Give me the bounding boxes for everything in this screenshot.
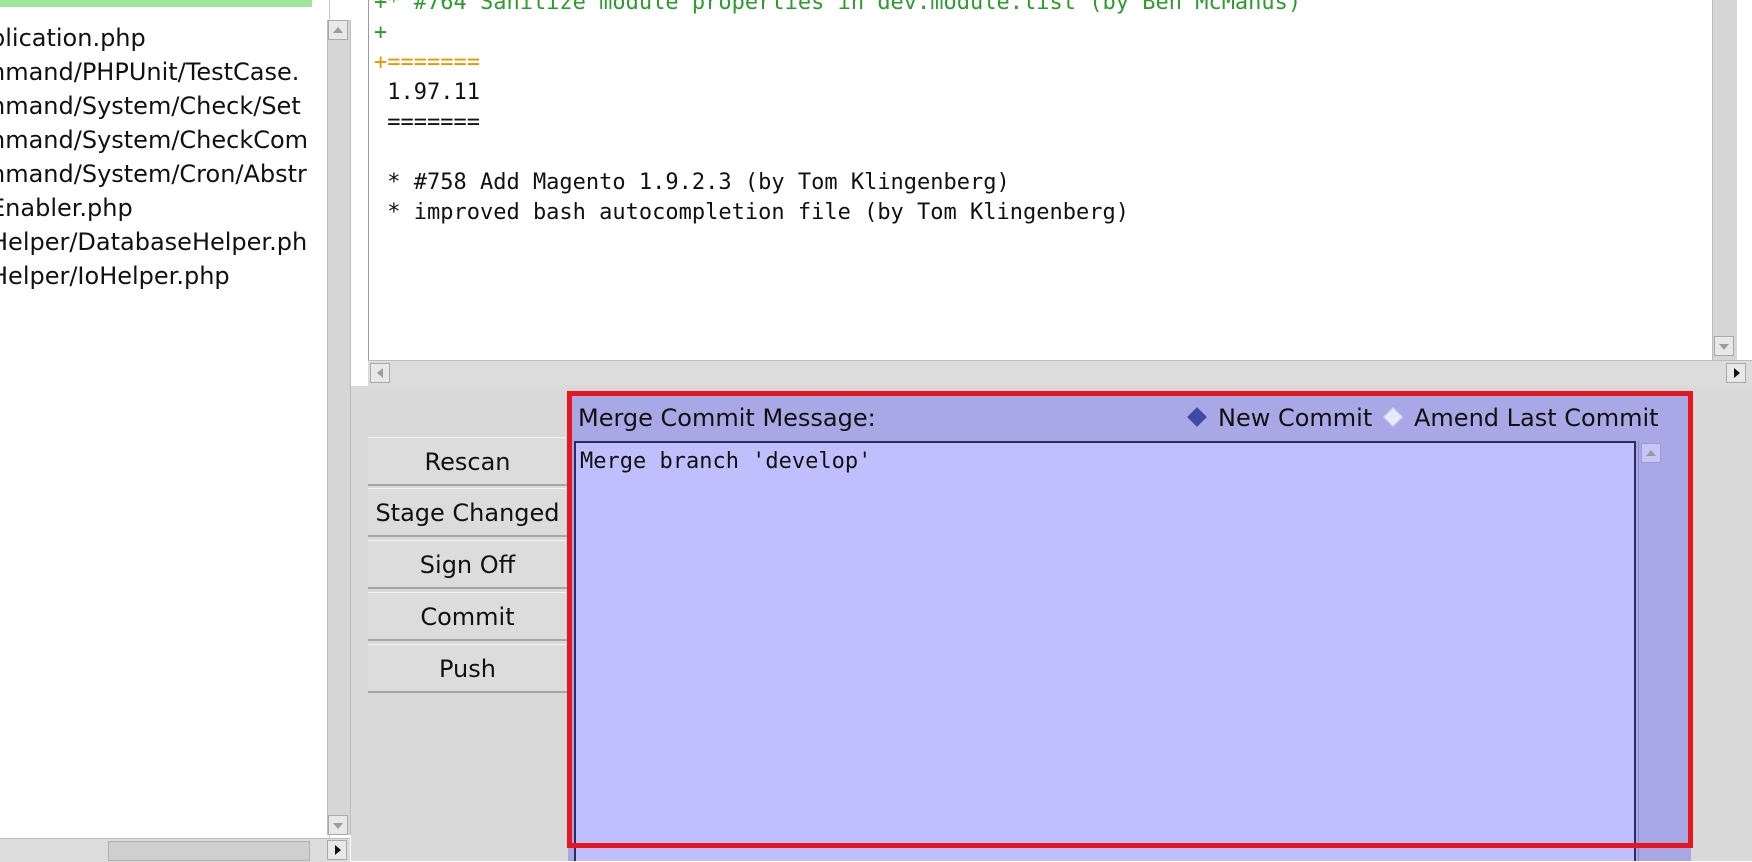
diff-line: +* #764 Sanitize module properties in de…	[374, 0, 1302, 15]
commit-message-scrollbar[interactable]	[1638, 441, 1665, 861]
file-list-item[interactable]: Enabler.php	[0, 191, 320, 225]
diff-line	[374, 138, 1674, 168]
radio-unselected-icon	[1383, 407, 1403, 427]
commit-button[interactable]: Commit	[368, 592, 568, 641]
scroll-up-arrow-icon[interactable]	[328, 20, 348, 40]
file-list-item[interactable]: nmand/PHPUnit/TestCase.	[0, 55, 320, 89]
file-list-item[interactable]: Helper/IoHelper.php	[0, 259, 320, 293]
diff-horizontal-scrollbar[interactable]	[368, 360, 1752, 387]
commit-message-label: Merge Commit Message:	[578, 404, 876, 432]
commit-message-input[interactable]	[574, 441, 1636, 861]
file-list-item[interactable]: nmand/System/CheckCom	[0, 123, 320, 157]
diff-view-text: +* #764 Sanitize module properties in de…	[374, 0, 1674, 228]
file-list: plication.php nmand/PHPUnit/TestCase. nm…	[0, 21, 325, 293]
new-commit-label: New Commit	[1218, 404, 1373, 432]
amend-last-commit-label: Amend Last Commit	[1414, 404, 1659, 432]
diff-line: +=======	[374, 50, 480, 75]
file-list-item[interactable]: Helper/DatabaseHelper.ph	[0, 225, 320, 259]
file-list-vertical-scrollbar[interactable]	[327, 20, 351, 835]
diff-line: 1.97.11	[374, 80, 480, 105]
scroll-right-arrow-icon[interactable]	[327, 840, 347, 860]
scroll-down-arrow-icon[interactable]	[1714, 336, 1734, 356]
scroll-right-arrow-icon[interactable]	[1726, 363, 1746, 383]
diff-line: * improved bash autocompletion file (by …	[374, 200, 1129, 225]
file-list-selection-bar	[0, 0, 312, 7]
new-commit-radio[interactable]: New Commit	[1186, 400, 1372, 436]
file-list-item[interactable]: plication.php	[0, 21, 320, 55]
radio-selected-icon	[1187, 407, 1207, 427]
diff-vertical-scrollbar[interactable]	[1712, 0, 1737, 360]
scroll-up-arrow-icon[interactable]	[1641, 443, 1661, 463]
scroll-down-arrow-icon[interactable]	[328, 815, 348, 835]
file-list-item[interactable]: nmand/System/Check/Set	[0, 89, 320, 123]
diff-line: +	[374, 20, 388, 45]
file-list-item[interactable]: nmand/System/Cron/Abstr	[0, 157, 320, 191]
push-button[interactable]: Push	[368, 644, 568, 693]
diff-line: * #758 Add Magento 1.9.2.3 (by Tom Kling…	[374, 170, 1010, 195]
commit-message-text[interactable]: Merge branch 'develop'	[580, 446, 871, 478]
sign-off-button[interactable]: Sign Off	[368, 540, 568, 589]
amend-last-commit-radio[interactable]: Amend Last Commit	[1382, 400, 1659, 436]
rescan-button[interactable]: Rescan	[368, 437, 568, 486]
stage-changed-button[interactable]: Stage Changed	[368, 488, 568, 537]
diff-line: =======	[374, 110, 480, 135]
file-list-hscroll-thumb[interactable]	[108, 841, 310, 861]
scroll-left-arrow-icon[interactable]	[370, 363, 390, 383]
